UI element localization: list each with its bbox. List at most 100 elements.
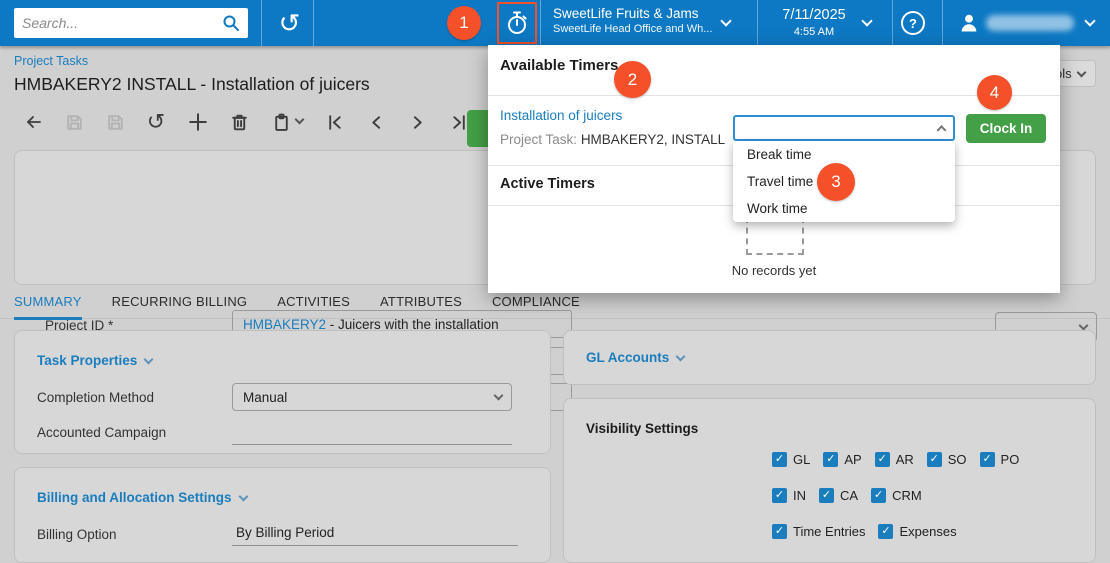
accounted-campaign-label: Accounted Campaign bbox=[37, 425, 166, 440]
go-next-button[interactable] bbox=[406, 111, 428, 133]
tab-activities[interactable]: ACTIVITIES bbox=[277, 294, 350, 320]
task-properties-title: Task Properties bbox=[37, 353, 137, 368]
visibility-row-1: GL AP AR SO PO bbox=[772, 452, 1019, 467]
stopwatch-icon bbox=[505, 10, 529, 36]
history-icon: ↺ bbox=[279, 10, 301, 36]
divider bbox=[942, 0, 943, 46]
divider bbox=[313, 0, 314, 46]
checkbox-checked-icon bbox=[772, 488, 787, 503]
checkbox-po[interactable]: PO bbox=[980, 452, 1020, 467]
record-toolbar: ↺ bbox=[0, 104, 500, 140]
chevron-down-icon bbox=[494, 391, 504, 401]
chevron-down-icon bbox=[144, 354, 154, 364]
business-date: 7/11/2025 bbox=[768, 6, 860, 25]
billing-option-label: Billing Option bbox=[37, 527, 117, 542]
go-previous-button[interactable] bbox=[365, 111, 387, 133]
project-task-label: Project Task: bbox=[500, 132, 577, 147]
callout-badge-1: 1 bbox=[447, 6, 481, 40]
chevron-down-icon[interactable] bbox=[1084, 15, 1095, 26]
timers-flyout-panel: Available Timers Installation of juicers… bbox=[488, 45, 1060, 293]
gl-accounts-title: GL Accounts bbox=[586, 350, 669, 365]
tab-attributes[interactable]: ATTRIBUTES bbox=[380, 294, 462, 320]
callout-badge-4: 4 bbox=[977, 75, 1012, 110]
time-type-combobox[interactable] bbox=[733, 115, 955, 141]
company-selector[interactable]: SweetLife Fruits & Jams SweetLife Head O… bbox=[553, 6, 712, 37]
breadcrumb[interactable]: Project Tasks bbox=[14, 54, 88, 68]
cancel-undo-button[interactable]: ↺ bbox=[145, 111, 167, 133]
help-button[interactable]: ? bbox=[901, 11, 925, 35]
go-first-button[interactable] bbox=[324, 111, 346, 133]
project-task-line: Project Task: HMBAKERY2, INSTALL bbox=[500, 132, 725, 147]
tab-recurring-billing[interactable]: RECURRING BILLING bbox=[112, 294, 248, 320]
page-title: HMBAKERY2 INSTALL - Installation of juic… bbox=[14, 74, 370, 95]
company-name: SweetLife Fruits & Jams bbox=[553, 6, 712, 23]
checkbox-gl[interactable]: GL bbox=[772, 452, 810, 467]
business-events-history-button[interactable]: ↺ bbox=[266, 0, 313, 46]
top-bar: ↺ SweetLife Fruits & Jams SweetLife Head… bbox=[0, 0, 1110, 46]
checkbox-time-entries[interactable]: Time Entries bbox=[772, 524, 865, 539]
back-button[interactable] bbox=[22, 111, 44, 133]
company-branch: SweetLife Head Office and Wh... bbox=[553, 23, 712, 37]
checkbox-checked-icon bbox=[875, 452, 890, 467]
empty-state-icon bbox=[746, 217, 804, 255]
search-icon bbox=[222, 14, 240, 32]
completion-method-value: Manual bbox=[243, 390, 287, 405]
completion-method-combo[interactable]: Manual bbox=[232, 383, 512, 411]
callout-badge-2: 2 bbox=[614, 61, 651, 98]
task-properties-header[interactable]: Task Properties bbox=[37, 353, 152, 368]
checkbox-so[interactable]: SO bbox=[927, 452, 967, 467]
copy-paste-button[interactable] bbox=[270, 111, 292, 133]
tab-strip: SUMMARY RECURRING BILLING ACTIVITIES ATT… bbox=[14, 294, 580, 320]
checkbox-checked-icon bbox=[823, 452, 838, 467]
billing-allocation-header[interactable]: Billing and Allocation Settings bbox=[37, 490, 247, 505]
divider bbox=[261, 0, 262, 46]
chevron-down-icon bbox=[861, 15, 872, 26]
tab-compliance[interactable]: COMPLIANCE bbox=[492, 294, 580, 320]
checkbox-crm[interactable]: CRM bbox=[871, 488, 922, 503]
add-new-button[interactable] bbox=[187, 111, 209, 133]
clock-in-button[interactable]: Clock In bbox=[966, 114, 1046, 143]
help-icon: ? bbox=[909, 16, 917, 31]
checkbox-expenses[interactable]: Expenses bbox=[878, 524, 956, 539]
checkbox-checked-icon bbox=[871, 488, 886, 503]
billing-allocation-title: Billing and Allocation Settings bbox=[37, 490, 232, 505]
chevron-down-icon bbox=[1076, 67, 1086, 77]
divider bbox=[757, 0, 758, 46]
billing-option-value: By Billing Period bbox=[236, 525, 334, 540]
checkbox-checked-icon bbox=[772, 524, 787, 539]
business-date-selector[interactable]: 7/11/2025 4:55 AM bbox=[768, 6, 860, 39]
billing-option-field[interactable]: By Billing Period bbox=[232, 520, 518, 546]
checkbox-ca[interactable]: CA bbox=[819, 488, 858, 503]
completion-method-label: Completion Method bbox=[37, 390, 154, 405]
checkbox-ar[interactable]: AR bbox=[875, 452, 914, 467]
checkbox-checked-icon bbox=[878, 524, 893, 539]
user-name-redacted bbox=[986, 15, 1074, 31]
user-icon[interactable] bbox=[958, 12, 980, 34]
chevron-down-icon bbox=[676, 351, 686, 361]
accounted-campaign-field[interactable] bbox=[232, 419, 512, 445]
search-input[interactable] bbox=[22, 15, 222, 31]
timer-task-link[interactable]: Installation of juicers bbox=[500, 108, 622, 123]
delete-button[interactable] bbox=[228, 111, 250, 133]
global-search[interactable] bbox=[14, 8, 248, 38]
checkbox-ap[interactable]: AP bbox=[823, 452, 861, 467]
checkbox-in[interactable]: IN bbox=[772, 488, 806, 503]
visibility-settings-panel: Visibility Settings GL AP AR SO PO IN CA… bbox=[563, 398, 1096, 563]
save-button[interactable] bbox=[104, 111, 126, 133]
timers-button[interactable] bbox=[499, 4, 535, 42]
gl-accounts-header[interactable]: GL Accounts bbox=[586, 350, 684, 365]
chevron-up-icon bbox=[937, 125, 947, 135]
go-last-button[interactable] bbox=[447, 111, 469, 133]
save-close-button[interactable] bbox=[63, 111, 85, 133]
chevron-down-icon bbox=[720, 15, 731, 26]
divider bbox=[892, 0, 893, 46]
divider bbox=[540, 0, 541, 46]
visibility-row-2: IN CA CRM bbox=[772, 488, 922, 503]
chevron-down-icon[interactable] bbox=[295, 115, 305, 125]
billing-allocation-panel: Billing and Allocation Settings Billing … bbox=[14, 467, 551, 563]
tab-summary[interactable]: SUMMARY bbox=[14, 294, 82, 320]
timer-callout-outline bbox=[497, 2, 537, 44]
chevron-down-icon bbox=[238, 491, 248, 501]
task-properties-panel: Task Properties Completion Method Manual… bbox=[14, 330, 551, 454]
checkbox-checked-icon bbox=[772, 452, 787, 467]
